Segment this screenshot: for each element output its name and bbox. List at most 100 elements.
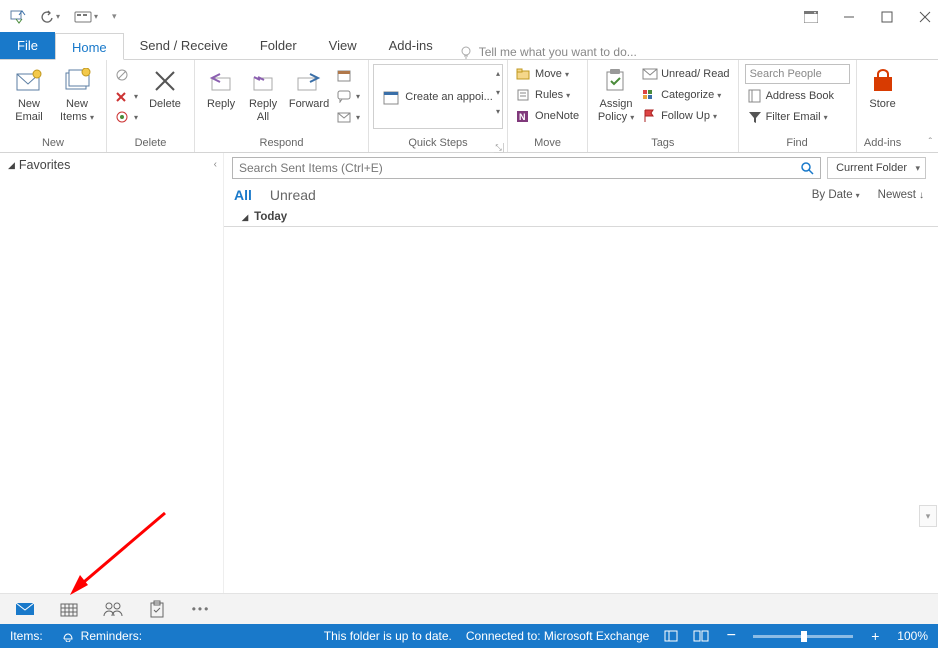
nav-mail-icon[interactable] (14, 598, 36, 620)
group-quicksteps: Create an appoi... ▴ ▾ ▾ Quick Steps ⤡ (369, 60, 508, 152)
scroll-down-icon[interactable]: ▾ (919, 505, 937, 527)
group-header-today[interactable]: ◢ Today (224, 209, 938, 227)
group-label-respond: Respond (201, 135, 362, 152)
nav-tasks-icon[interactable] (146, 598, 168, 620)
onenote-icon: N (516, 108, 532, 124)
new-items-button[interactable]: New Items ▾ (54, 62, 100, 124)
group-label-move: Move (514, 135, 581, 152)
store-button[interactable]: Store (863, 62, 903, 111)
ribbon-tabs: File Home Send / Receive Folder View Add… (0, 33, 938, 60)
address-book-button[interactable]: Address Book (745, 87, 850, 105)
search-input[interactable]: Search Sent Items (Ctrl+E) (232, 157, 821, 179)
group-label-find: Find (745, 135, 850, 152)
tab-home[interactable]: Home (55, 33, 124, 60)
im-button[interactable]: ▾ (335, 87, 362, 105)
filter-unread[interactable]: Unread (270, 187, 316, 203)
zoom-in-icon[interactable]: + (867, 628, 883, 644)
qat-send-receive-icon[interactable] (10, 9, 26, 25)
junk-button[interactable]: ▾ (113, 108, 140, 126)
group-delete: ▾ ▾ Delete Delete (107, 60, 195, 152)
close-icon[interactable] (918, 10, 932, 24)
rules-button[interactable]: Rules ▾ (514, 86, 581, 104)
sort-by-date[interactable]: By Date ▾ (812, 189, 860, 201)
im-icon (337, 88, 353, 104)
search-people-input[interactable]: Search People (745, 64, 850, 84)
minimize-icon[interactable] (842, 10, 856, 24)
qs-up-icon[interactable]: ▴ (496, 69, 500, 78)
group-label-tags: Tags (594, 135, 732, 152)
new-email-button[interactable]: New Email (6, 62, 52, 124)
qat-touch-icon[interactable]: ▾ (74, 10, 98, 24)
reply-button[interactable]: Reply (201, 62, 241, 111)
cleanup-button[interactable]: ▾ (113, 87, 140, 105)
view-reading-icon[interactable] (693, 628, 709, 644)
view-normal-icon[interactable] (663, 628, 679, 644)
zoom-out-icon[interactable]: − (723, 628, 739, 644)
delete-button[interactable]: Delete (142, 62, 188, 111)
more-respond-icon (337, 109, 353, 125)
status-uptodate: This folder is up to date. (324, 629, 452, 643)
unread-read-button[interactable]: Unread/ Read (640, 65, 732, 83)
new-email-icon (15, 65, 43, 97)
search-icon[interactable] (800, 161, 814, 175)
caret-down-icon: ◢ (8, 160, 15, 171)
favorites-header[interactable]: ◢ Favorites (0, 153, 223, 177)
move-button[interactable]: Move ▾ (514, 65, 581, 83)
search-scope-dropdown[interactable]: Current Folder (827, 157, 926, 179)
nav-calendar-icon[interactable] (58, 598, 80, 620)
zoom-level[interactable]: 100% (897, 629, 928, 643)
ignore-icon (115, 67, 131, 83)
group-label-addins: Add-ins (863, 135, 903, 152)
ignore-button[interactable] (113, 66, 140, 84)
collapse-ribbon-icon[interactable]: ˆ (929, 137, 932, 148)
onenote-button[interactable]: NOneNote (514, 107, 581, 125)
quickstep-create-appointment[interactable]: Create an appoi... ▴ ▾ ▾ (373, 64, 503, 129)
qat-customize-icon[interactable]: ▾ (112, 11, 117, 22)
followup-button[interactable]: Follow Up ▾ (640, 107, 732, 125)
filter-email-button[interactable]: Filter Email ▾ (745, 108, 850, 126)
filter-all[interactable]: All (234, 187, 252, 203)
tab-send-receive[interactable]: Send / Receive (124, 32, 244, 59)
sort-newest[interactable]: Newest ↓ (878, 189, 924, 201)
more-respond-button[interactable]: ▾ (335, 108, 362, 126)
tab-view[interactable]: View (313, 32, 373, 59)
nav-people-icon[interactable] (102, 598, 124, 620)
categorize-icon (642, 87, 658, 103)
title-bar: ▾ ▾ ▾ (0, 0, 938, 33)
reply-all-button[interactable]: Reply All (243, 62, 283, 124)
delete-icon (152, 65, 178, 97)
address-book-icon (747, 88, 763, 104)
meeting-icon (337, 67, 353, 83)
quicksteps-launcher-icon[interactable]: ⤡ (494, 143, 504, 153)
qs-more-icon[interactable]: ▾ (496, 107, 500, 116)
calendar-icon (383, 89, 399, 105)
collapse-nav-icon[interactable]: ‹ (214, 159, 217, 170)
collapse-group-icon: ◢ (242, 213, 248, 222)
forward-icon (296, 65, 322, 97)
nav-more-icon[interactable]: ••• (190, 598, 212, 620)
group-label-quicksteps: Quick Steps ⤡ (373, 135, 503, 152)
tell-me-search[interactable]: Tell me what you want to do... (459, 45, 637, 59)
status-bar: Items: Reminders: This folder is up to d… (0, 624, 938, 648)
meeting-button[interactable] (335, 66, 362, 84)
group-label-new: New (6, 135, 100, 152)
status-reminders[interactable]: Reminders: (61, 629, 142, 643)
main-content: ◢ Favorites ‹ Search Sent Items (Ctrl+E)… (0, 153, 938, 593)
categorize-button[interactable]: Categorize ▾ (640, 86, 732, 104)
assign-policy-icon (604, 65, 628, 97)
tab-addins[interactable]: Add-ins (373, 32, 449, 59)
zoom-slider[interactable] (753, 635, 853, 638)
assign-policy-button[interactable]: Assign Policy ▾ (594, 62, 638, 124)
tab-folder[interactable]: Folder (244, 32, 313, 59)
status-connected: Connected to: Microsoft Exchange (466, 629, 649, 643)
tab-file[interactable]: File (0, 32, 55, 59)
group-tags: Assign Policy ▾ Unread/ Read Categorize … (588, 60, 739, 152)
forward-button[interactable]: Forward (285, 62, 333, 111)
group-find: Search People Address Book Filter Email … (739, 60, 857, 152)
qat-undo-icon[interactable]: ▾ (40, 10, 60, 24)
maximize-icon[interactable] (880, 10, 894, 24)
qs-down-icon[interactable]: ▾ (496, 88, 500, 97)
reply-all-icon (250, 65, 276, 97)
ribbon-display-options-icon[interactable] (804, 10, 818, 24)
group-addins: Store Add-ins (857, 60, 909, 152)
